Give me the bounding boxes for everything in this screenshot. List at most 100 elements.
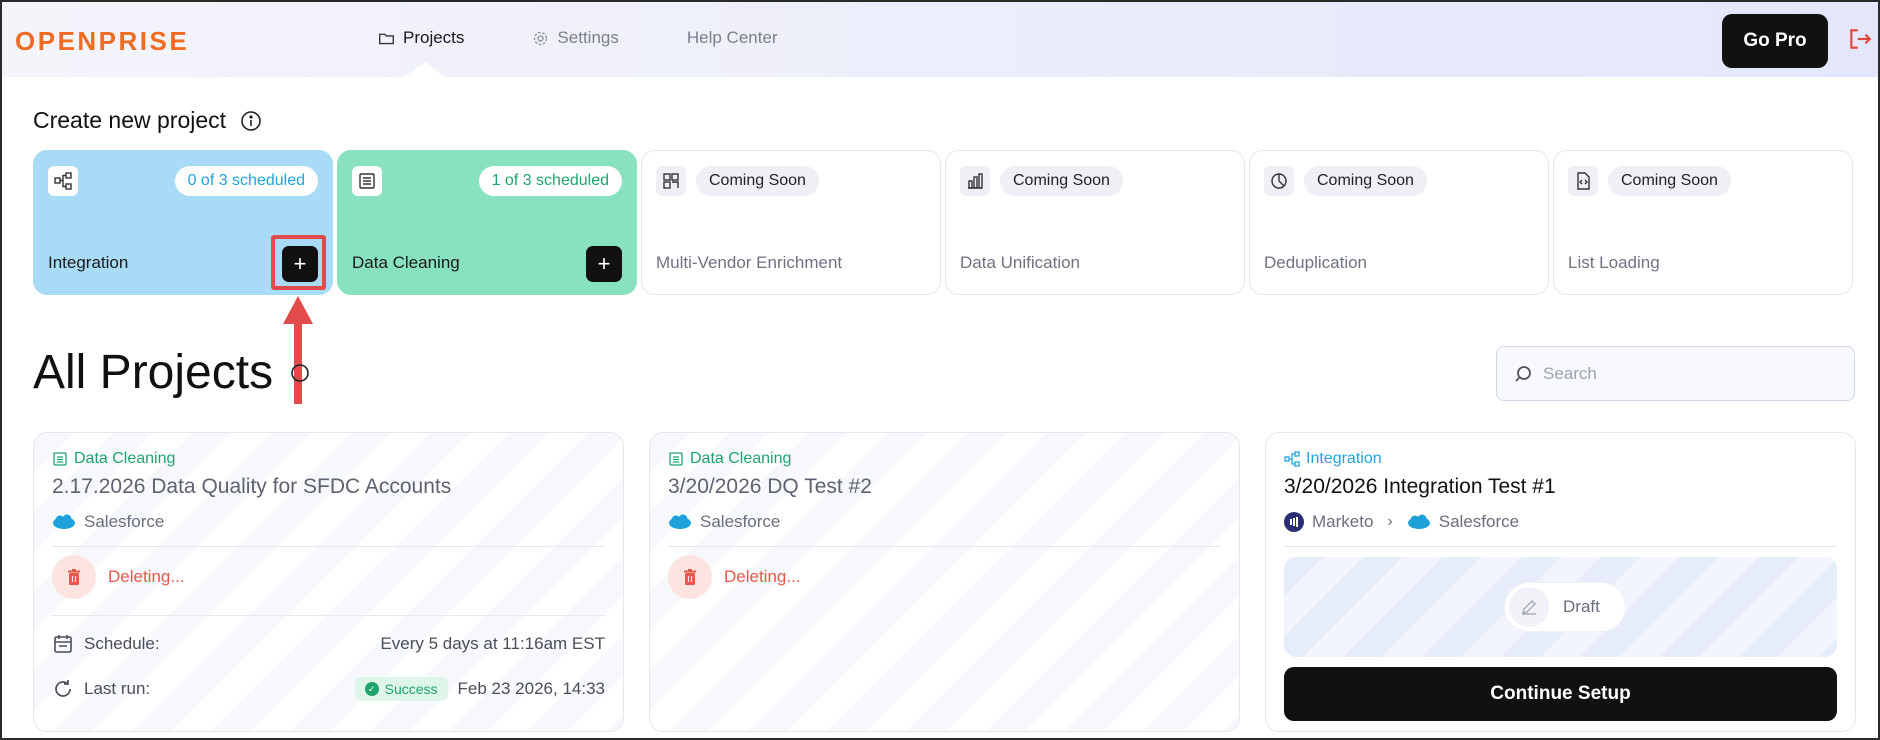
search-field[interactable]: [1496, 346, 1855, 401]
project-type: Data Cleaning: [52, 450, 175, 468]
card-list-loading: Coming Soon List Loading: [1553, 150, 1853, 295]
nav-settings[interactable]: Settings: [532, 28, 619, 48]
trash-icon: [52, 555, 96, 599]
integration-icon: [48, 166, 78, 196]
coming-soon-badge: Coming Soon: [1608, 166, 1731, 196]
nav-help-center[interactable]: Help Center: [687, 28, 778, 48]
card-data-unification: Coming Soon Data Unification: [945, 150, 1245, 295]
nav-help-center-label: Help Center: [686, 28, 778, 47]
schedule-row: Schedule: Every 5 days at 11:16am EST: [52, 633, 605, 655]
nav-settings-label: Settings: [557, 28, 619, 47]
card-label: Data Cleaning: [352, 253, 460, 272]
check-icon: ✓: [364, 682, 379, 696]
info-icon[interactable]: [290, 363, 310, 383]
create-project-heading: Create new project: [33, 107, 262, 134]
info-icon[interactable]: [240, 110, 262, 132]
source-label: Salesforce: [700, 512, 781, 531]
project-card[interactable]: Integration 3/20/2026 Integration Test #…: [1265, 432, 1856, 732]
refresh-icon: [55, 680, 71, 697]
document-list-icon: [53, 452, 67, 466]
deleting-status: Deleting...: [668, 555, 801, 599]
last-run-row: Last run: ✓ Success Feb 23 2026, 14:33: [52, 677, 605, 701]
deleting-status: Deleting...: [52, 555, 185, 599]
coming-soon-badge: Coming Soon: [696, 166, 819, 196]
openprise-logo[interactable]: OPENPRISE: [15, 26, 189, 57]
project-type: Integration: [1284, 450, 1382, 468]
nav-projects-label: Projects: [403, 28, 465, 47]
schedule-count-badge: 1 of 3 scheduled: [478, 166, 622, 196]
logout-icon[interactable]: [1847, 26, 1873, 52]
continue-setup-button[interactable]: Continue Setup: [1284, 667, 1837, 721]
main-nav: Projects Settings Help Center: [378, 28, 846, 48]
salesforce-icon: [1407, 514, 1430, 529]
pencil-icon: [1509, 587, 1549, 627]
search-input[interactable]: [1543, 363, 1843, 384]
divider: [1284, 546, 1837, 547]
salesforce-icon: [669, 514, 691, 529]
last-run-value: Feb 23 2026, 14:33: [457, 679, 605, 698]
annotation-arrow-icon: [283, 296, 313, 404]
draft-status-area: Draft: [1284, 557, 1837, 657]
project-card[interactable]: Data Cleaning 2.17.2026 Data Quality for…: [33, 432, 624, 732]
gear-icon: [534, 31, 548, 45]
top-nav-bar: OPENPRISE Projects Settings Help Center …: [2, 2, 1878, 78]
calendar-icon: [54, 635, 72, 653]
schedule-value: Every 5 days at 11:16am EST: [380, 634, 605, 653]
project-type-label: Integration: [1306, 450, 1382, 467]
chevron-right-icon: ›: [1387, 513, 1393, 530]
coming-soon-badge: Coming Soon: [1000, 166, 1123, 196]
nav-projects[interactable]: Projects: [378, 28, 464, 48]
annotation-highlight-box: [271, 235, 326, 290]
document-list-icon: [669, 452, 683, 466]
source-label: Salesforce: [84, 512, 165, 531]
last-run-label: Last run:: [84, 679, 151, 698]
all-projects-title: All Projects: [33, 346, 274, 399]
card-label: Multi-Vendor Enrichment: [656, 253, 843, 272]
success-label: Success: [384, 681, 438, 697]
card-deduplication: Coming Soon Deduplication: [1249, 150, 1549, 295]
folder-icon: [379, 33, 394, 44]
search-icon: [1515, 365, 1531, 382]
project-type-label: Data Cleaning: [690, 450, 792, 467]
project-card[interactable]: Data Cleaning 3/20/2026 DQ Test #2 Sales…: [649, 432, 1240, 732]
draft-label: Draft: [1563, 597, 1600, 616]
go-pro-button[interactable]: Go Pro: [1722, 14, 1828, 68]
divider: [52, 615, 605, 616]
file-code-icon: [1568, 166, 1598, 196]
card-multi-vendor-enrichment: Coming Soon Multi-Vendor Enrichment: [641, 150, 941, 295]
project-title: 3/20/2026 Integration Test #1: [1284, 475, 1556, 498]
pie-icon: [1264, 166, 1294, 196]
divider: [668, 546, 1221, 547]
marketo-icon: [1284, 512, 1304, 532]
schedule-count-badge: 0 of 3 scheduled: [174, 166, 318, 196]
project-type-label: Data Cleaning: [74, 450, 176, 467]
active-nav-indicator: [403, 62, 447, 78]
integration-icon: [1284, 451, 1300, 467]
project-title: 3/20/2026 DQ Test #2: [668, 475, 872, 498]
add-data-cleaning-button[interactable]: +: [586, 246, 622, 282]
target-label: Salesforce: [1438, 512, 1520, 531]
project-type: Data Cleaning: [668, 450, 791, 468]
source-label: Marketo: [1312, 512, 1374, 531]
card-label: Data Unification: [960, 253, 1081, 272]
status-label: Deleting...: [108, 567, 185, 586]
card-label: List Loading: [1568, 253, 1660, 272]
project-source: Marketo › Salesforce: [1284, 512, 1519, 532]
create-project-title: Create new project: [33, 107, 227, 133]
trash-icon: [668, 555, 712, 599]
success-badge: ✓ Success: [354, 677, 448, 701]
card-data-cleaning[interactable]: 1 of 3 scheduled Data Cleaning +: [337, 150, 637, 295]
card-label: Deduplication: [1264, 253, 1368, 272]
draft-badge: Draft: [1504, 582, 1626, 632]
coming-soon-badge: Coming Soon: [1304, 166, 1427, 196]
schedule-label: Schedule:: [84, 634, 160, 653]
salesforce-icon: [53, 514, 75, 529]
divider: [52, 546, 605, 547]
project-title: 2.17.2026 Data Quality for SFDC Accounts: [52, 475, 452, 498]
project-source: Salesforce: [52, 512, 164, 532]
app-window: OPENPRISE Projects Settings Help Center …: [0, 0, 1880, 740]
status-label: Deleting...: [724, 567, 801, 586]
project-source: Salesforce: [668, 512, 780, 532]
grid-icon: [656, 166, 686, 196]
bar-chart-icon: [960, 166, 990, 196]
